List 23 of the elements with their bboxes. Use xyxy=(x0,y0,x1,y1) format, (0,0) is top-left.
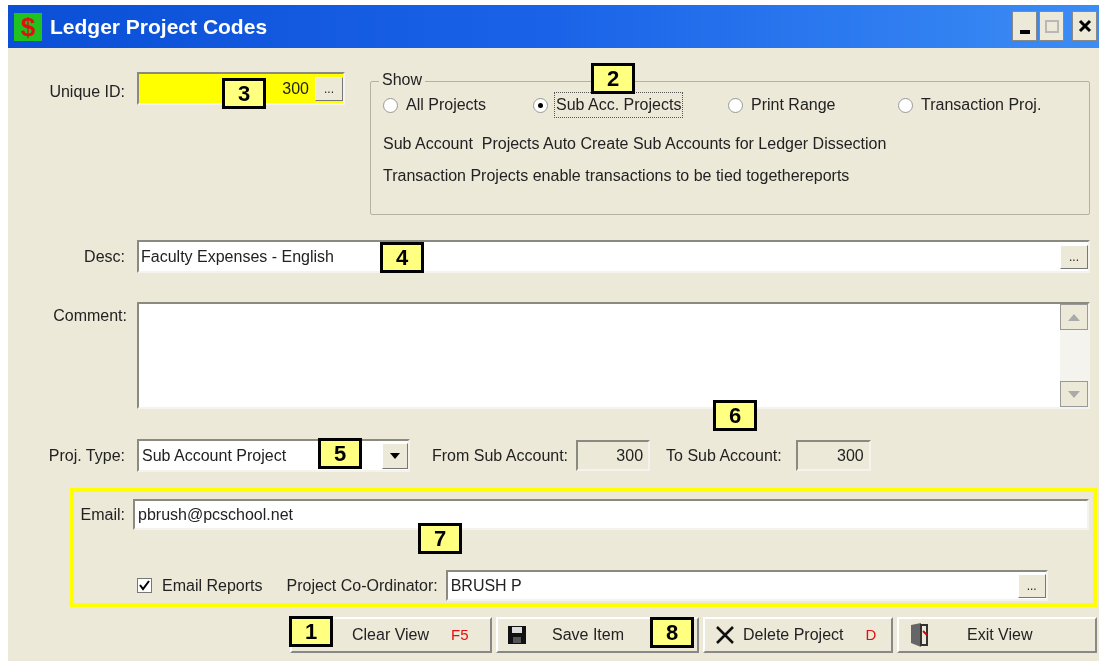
callout-tooltip: 3 xyxy=(222,78,266,109)
from-sub-account-field: 300 xyxy=(576,440,651,471)
callout-tooltip: 5 xyxy=(318,438,362,469)
window-title: Ledger Project Codes xyxy=(50,13,268,40)
checkbox-label: Email Reports xyxy=(162,575,263,596)
field-label: Unique ID: xyxy=(48,82,125,102)
callout-tooltip: 7 xyxy=(418,523,462,554)
field-label: From Sub Account: xyxy=(432,445,569,466)
field-label: To Sub Account: xyxy=(666,445,782,466)
info-text: Sub Account Projects Auto Create Sub Accounts for Ledger Dissection xyxy=(383,134,888,154)
callout-tooltip: 8 xyxy=(650,617,694,648)
field-label: Proj. Type: xyxy=(47,445,125,466)
callout-tooltip: 1 xyxy=(289,616,333,647)
callout-tooltip: 6 xyxy=(713,400,757,431)
info-text: Transaction Projects enable transactions to be tied togethereports xyxy=(383,166,851,186)
callout-tooltip: 4 xyxy=(380,242,424,273)
field-label: Comment: xyxy=(52,306,127,326)
to-sub-account-field: 300 xyxy=(795,440,871,471)
callout-tooltip: 2 xyxy=(591,63,635,94)
field-label: Project Co-Ordinator: xyxy=(286,575,438,596)
app-icon: $ xyxy=(14,12,42,41)
field-label: Email: xyxy=(79,504,125,525)
field-label: Desc: xyxy=(83,246,125,267)
